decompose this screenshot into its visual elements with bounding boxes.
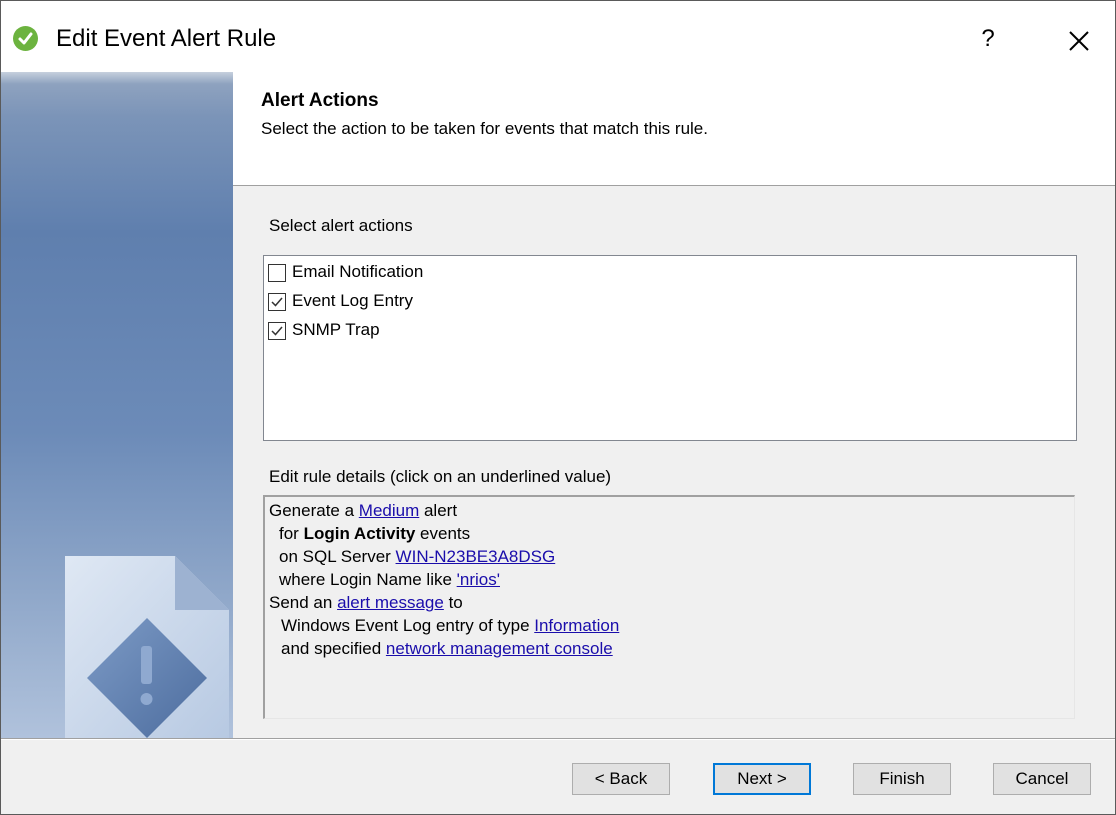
close-button[interactable] <box>1059 21 1099 61</box>
window-title: Edit Event Alert Rule <box>56 25 277 52</box>
alert-document-icon <box>65 556 229 738</box>
details-label: Edit rule details (click on an underline… <box>269 467 612 486</box>
detail-text: for <box>279 524 304 543</box>
back-button[interactable]: < Back <box>572 763 670 795</box>
checkbox[interactable] <box>268 322 286 340</box>
detail-line-server: on SQL Server WIN-N23BE3A8DSG <box>279 547 555 567</box>
entry-type-link[interactable]: Information <box>534 616 619 635</box>
detail-text: events <box>415 524 471 543</box>
checkbox[interactable] <box>268 293 286 311</box>
alert-actions-list: Email Notification Event Log Entry SNMP … <box>263 255 1077 441</box>
detail-text: to <box>443 593 463 612</box>
detail-line-console: and specified network management console <box>281 639 613 659</box>
page-subtitle: Select the action to be taken for events… <box>261 119 708 138</box>
next-button[interactable]: Next > <box>713 763 811 795</box>
detail-text: Generate a <box>269 501 359 520</box>
detail-text: Send an <box>269 593 338 612</box>
action-label: SNMP Trap <box>292 320 380 339</box>
rule-details-panel: Generate a Medium alert for Login Activi… <box>263 495 1075 719</box>
detail-text: alert <box>419 501 458 520</box>
finish-button[interactable]: Finish <box>853 763 951 795</box>
cancel-button[interactable]: Cancel <box>993 763 1091 795</box>
detail-text: where Login Name like <box>279 570 457 589</box>
detail-text: on SQL Server <box>279 547 396 566</box>
server-link[interactable]: WIN-N23BE3A8DSG <box>396 547 556 566</box>
wizard-sidebar <box>1 72 233 738</box>
wizard-header: Alert Actions Select the action to be ta… <box>233 72 1115 186</box>
actions-label: Select alert actions <box>269 216 413 235</box>
footer-divider-highlight <box>1 739 1115 740</box>
checkmark-icon <box>271 297 283 307</box>
help-button[interactable]: ? <box>973 19 1003 59</box>
detail-line-login: where Login Name like 'nrios' <box>279 570 500 590</box>
detail-line-send: Send an alert message to <box>269 593 463 613</box>
login-name-link[interactable]: 'nrios' <box>457 570 500 589</box>
page-title: Alert Actions <box>261 90 379 111</box>
close-icon <box>1069 31 1089 51</box>
detail-line-events: for Login Activity events <box>279 524 470 544</box>
detail-line-event-log: Windows Event Log entry of type Informat… <box>281 616 619 636</box>
detail-line-generate: Generate a Medium alert <box>269 501 457 521</box>
severity-link[interactable]: Medium <box>359 501 419 520</box>
detail-text: and specified <box>281 639 386 658</box>
dialog-window: Edit Event Alert Rule ? Alert Actions Se… <box>0 0 1116 815</box>
alert-message-link[interactable]: alert message <box>337 593 444 612</box>
checkmark-icon <box>13 26 38 51</box>
title-bar: Edit Event Alert Rule ? <box>1 1 1115 72</box>
event-category: Login Activity <box>303 524 416 543</box>
checkbox[interactable] <box>268 264 286 282</box>
checkmark-icon <box>271 326 283 336</box>
action-label: Event Log Entry <box>292 291 413 310</box>
network-console-link[interactable]: network management console <box>386 639 613 658</box>
action-label: Email Notification <box>292 262 424 281</box>
detail-text: Windows Event Log entry of type <box>281 616 535 635</box>
